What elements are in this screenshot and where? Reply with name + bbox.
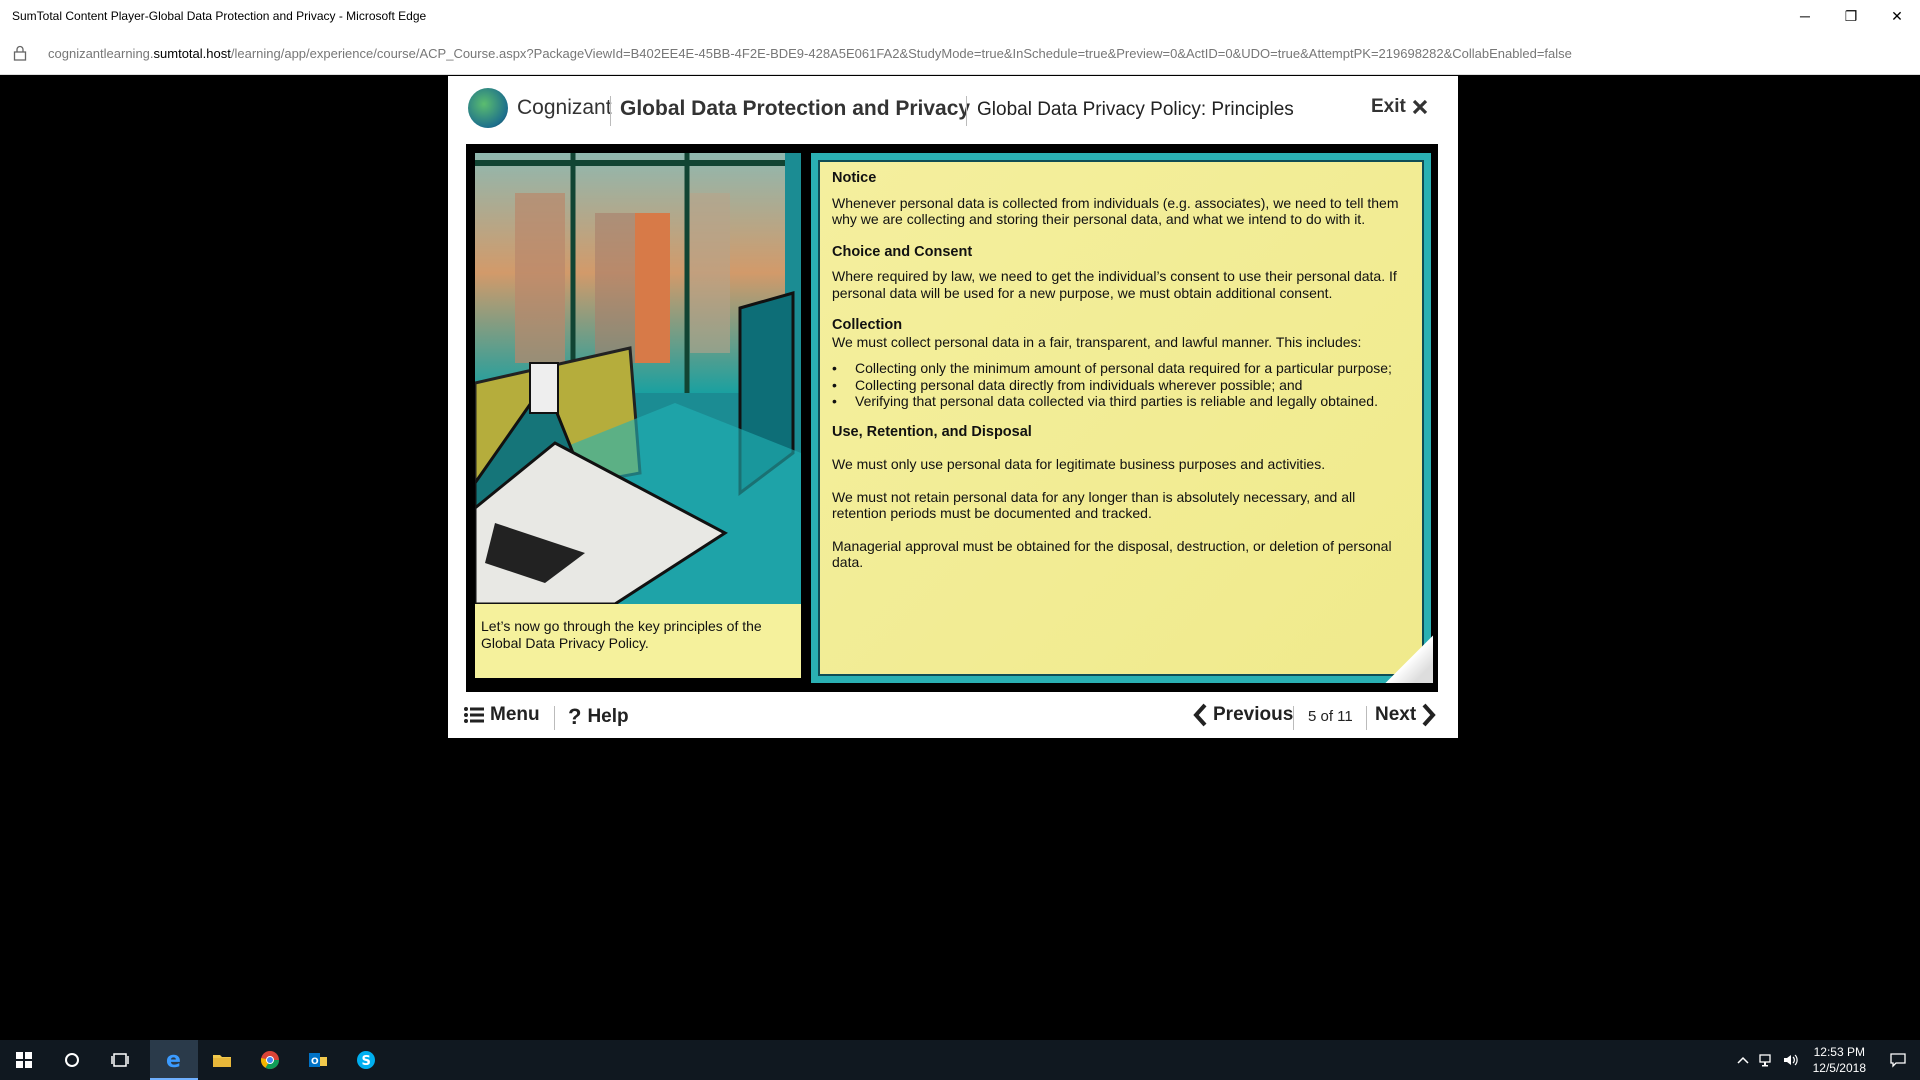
use-text: We must only use personal data for legit…	[832, 456, 1326, 472]
url-prefix: cognizantlearning.	[48, 45, 154, 61]
logo-text: Cognizant	[517, 96, 612, 119]
next-button[interactable]: Next	[1375, 703, 1436, 727]
url-path: /learning/app/experience/course/ACP_Cour…	[230, 45, 1572, 61]
url-host: sumtotal.host	[153, 45, 231, 61]
use-retention-heading: Use, Retention, and Disposal	[832, 423, 1032, 440]
retention-text: We must not retain personal data for any…	[832, 488, 1356, 522]
windows-taskbar: e O S 12:53 PM 12/5/2018	[0, 1040, 1920, 1080]
search-circle-icon[interactable]	[48, 1040, 96, 1080]
player-header: Cognizant Global Data Protection and Pri…	[448, 76, 1458, 144]
header-divider	[610, 96, 611, 126]
notice-text: Whenever personal data is collected from…	[832, 194, 1399, 228]
menu-button[interactable]: Menu	[464, 704, 540, 726]
player-footer: Menu ? Help Previous 5 of 11 Next	[448, 696, 1458, 736]
page-title: Global Data Privacy Policy: Principles	[977, 99, 1294, 120]
task-view-icon[interactable]	[96, 1040, 144, 1080]
office-illustration	[475, 153, 801, 604]
chevron-right-icon	[1422, 703, 1436, 727]
choice-consent-text: Where required by law, we need to get th…	[832, 268, 1397, 301]
exit-button[interactable]: Exit	[1371, 96, 1428, 118]
choice-consent-heading: Choice and Consent	[832, 243, 973, 260]
system-clock[interactable]: 12:53 PM 12/5/2018	[1803, 1044, 1876, 1076]
collection-list: Collecting only the minimum amount of pe…	[832, 360, 1410, 410]
help-icon: ?	[568, 704, 582, 729]
clock-time: 12:53 PM	[1813, 1045, 1865, 1059]
next-label: Next	[1375, 704, 1417, 725]
help-button[interactable]: ? Help	[568, 704, 629, 730]
slide-caption: Let’s now go through the key principles …	[475, 604, 801, 678]
previous-button[interactable]: Previous	[1193, 703, 1293, 727]
principles-panel: Notice Whenever personal data is collect…	[811, 153, 1433, 683]
svg-text:e: e	[166, 1048, 181, 1070]
close-window-button[interactable]: ✕	[1874, 0, 1920, 32]
previous-label: Previous	[1213, 704, 1294, 725]
menu-label: Menu	[490, 704, 540, 725]
collection-heading: Collection	[832, 317, 903, 333]
course-title: Global Data Protection and Privacy	[620, 97, 971, 120]
url-text[interactable]: cognizantlearning.sumtotal.host/learning…	[40, 46, 1572, 61]
collection-intro: We must collect personal data in a fair,…	[832, 333, 1362, 350]
list-item: Collecting personal data directly from i…	[832, 377, 1410, 394]
svg-text:S: S	[362, 1054, 371, 1069]
content-player: Cognizant Global Data Protection and Pri…	[448, 76, 1458, 738]
clock-date: 12/5/2018	[1812, 1061, 1866, 1075]
minimize-button[interactable]: ─	[1782, 0, 1828, 32]
notification-icon[interactable]	[1876, 1040, 1920, 1080]
exit-label: Exit	[1371, 96, 1406, 117]
footer-divider	[554, 706, 555, 730]
svg-text:O: O	[311, 1057, 319, 1067]
outlook-icon[interactable]: O	[294, 1040, 342, 1080]
page-curl	[1385, 635, 1433, 683]
address-bar[interactable]: cognizantlearning.sumtotal.host/learning…	[0, 32, 1920, 75]
restore-button[interactable]: ❐	[1828, 0, 1874, 32]
page-indicator: 5 of 11	[1308, 708, 1353, 725]
skype-icon[interactable]: S	[342, 1040, 390, 1080]
network-icon[interactable]	[1755, 1040, 1779, 1080]
slide-stage: Let’s now go through the key principles …	[466, 144, 1438, 692]
windows-start-icon[interactable]	[0, 1040, 48, 1080]
file-explorer-icon[interactable]	[198, 1040, 246, 1080]
header-divider	[966, 96, 967, 126]
help-label: Help	[587, 706, 629, 727]
menu-icon	[464, 707, 484, 723]
notice-heading: Notice	[832, 170, 877, 186]
close-icon	[1412, 99, 1427, 115]
chevron-left-icon	[1193, 703, 1207, 727]
list-item: Collecting only the minimum amount of pe…	[832, 360, 1410, 377]
footer-divider	[1366, 706, 1367, 730]
footer-divider	[1293, 706, 1294, 730]
lock-icon	[0, 45, 40, 61]
disposal-text: Managerial approval must be obtained for…	[832, 537, 1392, 571]
chrome-icon[interactable]	[246, 1040, 294, 1080]
principles-text-area[interactable]: Notice Whenever personal data is collect…	[818, 160, 1424, 676]
window-title: SumTotal Content Player-Global Data Prot…	[12, 9, 427, 23]
cognizant-logo-icon	[468, 88, 508, 128]
system-tray: 12:53 PM 12/5/2018	[1731, 1040, 1920, 1080]
window-titlebar: SumTotal Content Player-Global Data Prot…	[0, 0, 1920, 32]
volume-icon[interactable]	[1779, 1040, 1803, 1080]
list-item: Verifying that personal data collected v…	[832, 393, 1410, 410]
edge-icon[interactable]: e	[150, 1040, 198, 1080]
chevron-up-icon[interactable]	[1731, 1040, 1755, 1080]
